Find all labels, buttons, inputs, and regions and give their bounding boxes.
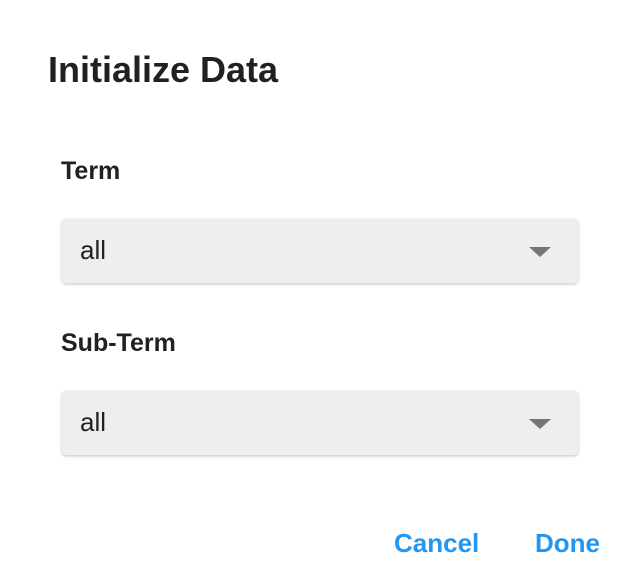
chevron-down-icon: [529, 247, 551, 257]
cancel-button[interactable]: Cancel: [394, 524, 479, 562]
term-select-value: all: [80, 235, 107, 265]
chevron-down-icon: [529, 419, 551, 429]
done-button[interactable]: Done: [535, 524, 600, 562]
term-label: Term: [61, 157, 121, 185]
initialize-data-dialog: Initialize Data Term all Sub-Term all Ca…: [0, 0, 639, 582]
sub-term-select-value: all: [80, 407, 107, 437]
dialog-title: Initialize Data: [48, 49, 279, 90]
sub-term-label: Sub-Term: [61, 329, 176, 357]
term-select[interactable]: all: [62, 219, 578, 283]
sub-term-select[interactable]: all: [62, 391, 578, 455]
